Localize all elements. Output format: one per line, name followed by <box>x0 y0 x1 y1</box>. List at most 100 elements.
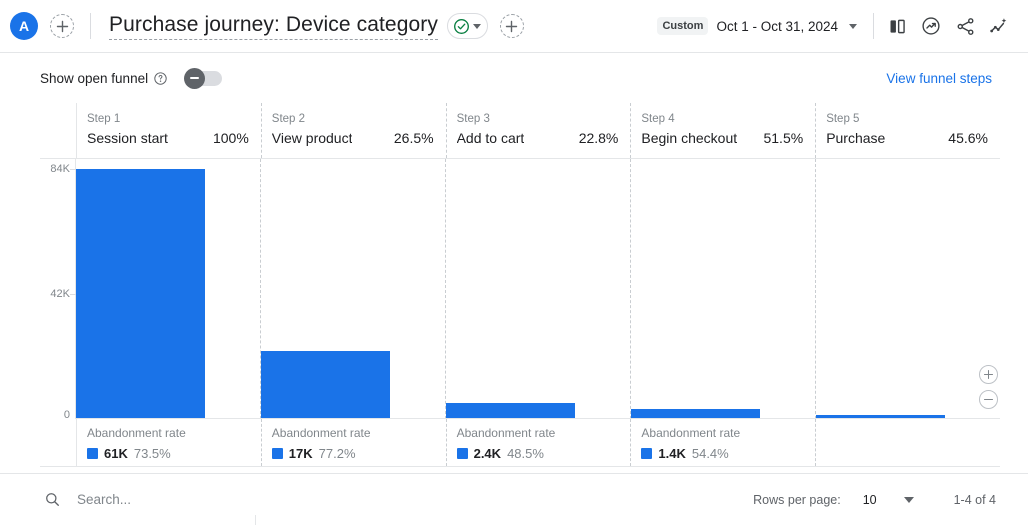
plus-icon <box>56 20 68 32</box>
abandonment-label: Abandonment rate <box>641 426 741 440</box>
app-bar-actions: Custom Oct 1 - Oct 31, 2024 <box>657 9 1028 43</box>
divider <box>90 13 91 39</box>
funnel-bar-add-to-cart[interactable] <box>446 403 575 419</box>
abandonment-label: Abandonment rate <box>456 426 556 440</box>
page-title[interactable]: Purchase journey: Device category <box>109 13 438 40</box>
funnel-toolbar: Show open funnel View funnel steps <box>0 53 1028 103</box>
divider <box>873 13 874 39</box>
step-number: Step 1 <box>87 113 121 125</box>
date-range-label: Oct 1 - Oct 31, 2024 <box>716 18 838 34</box>
abandonment-cell-3: Abandonment rate 2.4K 48.5% <box>445 419 631 466</box>
compare-button[interactable] <box>880 9 914 43</box>
abandonment-count: 17K <box>288 446 313 461</box>
add-account-button[interactable] <box>50 14 74 38</box>
funnel-plot: 84K 42K 0 <box>40 159 1000 421</box>
step-number: Step 4 <box>641 113 675 125</box>
abandonment-count: 61K <box>104 446 128 461</box>
funnel-step-header-2[interactable]: Step 2 View product 26.5% <box>260 103 446 158</box>
y-axis-tick: 84K <box>50 163 70 175</box>
step-completion-rate: 51.5% <box>763 130 804 146</box>
toggle-knob <box>184 67 206 89</box>
legend-swatch-icon <box>456 448 468 459</box>
check-circle-icon <box>453 18 469 34</box>
funnel-chart: Step 1 Session start 100% Step 2 View pr… <box>0 103 1028 473</box>
funnel-step-header-3[interactable]: Step 3 Add to cart 22.8% <box>445 103 631 158</box>
table-footer-bar: Rows per page: 10 1-4 of 4 <box>0 473 1028 525</box>
open-funnel-control: Show open funnel <box>40 67 223 89</box>
legend-swatch-icon <box>641 448 653 459</box>
analytics-intelligence-button[interactable] <box>982 9 1016 43</box>
rows-per-page-label: Rows per page: <box>753 492 841 507</box>
funnel-bar-column-4[interactable] <box>630 159 815 419</box>
abandonment-cell-2: Abandonment rate 17K 77.2% <box>260 419 446 466</box>
title-group: Purchase journey: Device category <box>109 13 524 40</box>
step-completion-rate: 45.6% <box>948 130 988 146</box>
search-input[interactable] <box>75 491 315 508</box>
funnel-exploration-page: A Purchase journey: Device category Cust… <box>0 0 1028 525</box>
app-bar: A Purchase journey: Device category Cust… <box>0 0 1028 53</box>
abandonment-rate-row: Abandonment rate 61K 73.5% Abandonment r… <box>40 419 1000 467</box>
funnel-bars <box>76 159 1000 419</box>
funnel-step-header-4[interactable]: Step 4 Begin checkout 51.5% <box>630 103 815 158</box>
analytics-sparkle-icon <box>990 18 1007 33</box>
funnel-step-header-1[interactable]: Step 1 Session start 100% <box>76 103 261 158</box>
zoom-in-button[interactable] <box>979 365 998 384</box>
funnel-bar-column-3[interactable] <box>445 159 630 419</box>
avatar[interactable]: A <box>10 12 38 40</box>
step-completion-rate: 26.5% <box>393 130 434 146</box>
funnel-bar-column-2[interactable] <box>260 159 445 419</box>
open-funnel-label: Show open funnel <box>40 70 149 86</box>
abandonment-cell-5 <box>815 419 1000 466</box>
step-number: Step 5 <box>826 113 860 125</box>
step-name: View product <box>271 130 353 146</box>
abandonment-count: 2.4K <box>473 446 502 461</box>
rows-per-page-value[interactable]: 10 <box>863 493 877 507</box>
funnel-step-header-5[interactable]: Step 5 Purchase 45.6% <box>815 103 1000 158</box>
funnel-step-headers: Step 1 Session start 100% Step 2 View pr… <box>40 103 1000 159</box>
abandonment-cell-1: Abandonment rate 61K 73.5% <box>76 419 261 466</box>
help-icon[interactable] <box>153 71 168 86</box>
chevron-down-icon[interactable] <box>903 496 914 503</box>
status-badge[interactable] <box>446 13 488 39</box>
pagination-range: 1-4 of 4 <box>953 492 996 507</box>
legend-swatch-icon <box>87 448 98 459</box>
step-completion-rate: 22.8% <box>578 130 619 146</box>
abandonment-count: 1.4K <box>658 446 686 461</box>
insights-button[interactable] <box>914 9 948 43</box>
abandonment-label: Abandonment rate <box>271 426 371 440</box>
abandonment-rate: 48.5% <box>507 446 544 461</box>
abandonment-cell-4: Abandonment rate 1.4K 54.4% <box>630 419 815 466</box>
axis-gutter <box>40 103 76 158</box>
step-name: Add to cart <box>456 130 525 146</box>
plus-icon <box>983 369 994 380</box>
funnel-bar-column-5[interactable] <box>815 159 1000 419</box>
zoom-out-button[interactable] <box>979 390 998 409</box>
funnel-bar-column-1[interactable] <box>76 159 260 419</box>
y-axis: 84K 42K 0 <box>40 159 76 421</box>
funnel-bar-view-product[interactable] <box>261 351 390 419</box>
zoom-controls <box>979 365 998 409</box>
footer-cell-divider <box>255 515 256 525</box>
compare-icon <box>890 19 905 33</box>
chevron-down-icon <box>849 24 857 30</box>
step-number: Step 2 <box>271 113 306 125</box>
share-button[interactable] <box>948 9 982 43</box>
date-preset-chip: Custom <box>657 17 709 35</box>
step-number: Step 3 <box>456 113 490 125</box>
y-axis-tick: 42K <box>50 288 70 300</box>
search-control <box>44 491 315 508</box>
step-name: Purchase <box>826 130 886 146</box>
abandonment-rate: 77.2% <box>318 446 356 461</box>
add-variable-button[interactable] <box>499 14 524 38</box>
abandonment-rate: 54.4% <box>691 446 729 461</box>
date-range-selector[interactable]: Oct 1 - Oct 31, 2024 <box>716 19 857 34</box>
abandonment-label: Abandonment rate <box>87 426 186 440</box>
funnel-bar-session-start[interactable] <box>76 169 205 419</box>
minus-icon <box>983 398 994 401</box>
chevron-down-icon <box>472 23 481 29</box>
pagination-controls: Rows per page: 10 1-4 of 4 <box>753 493 1028 507</box>
open-funnel-toggle[interactable] <box>184 67 223 89</box>
view-funnel-steps-link[interactable]: View funnel steps <box>886 71 992 86</box>
insights-icon <box>922 17 940 35</box>
axis-gutter <box>40 419 76 466</box>
